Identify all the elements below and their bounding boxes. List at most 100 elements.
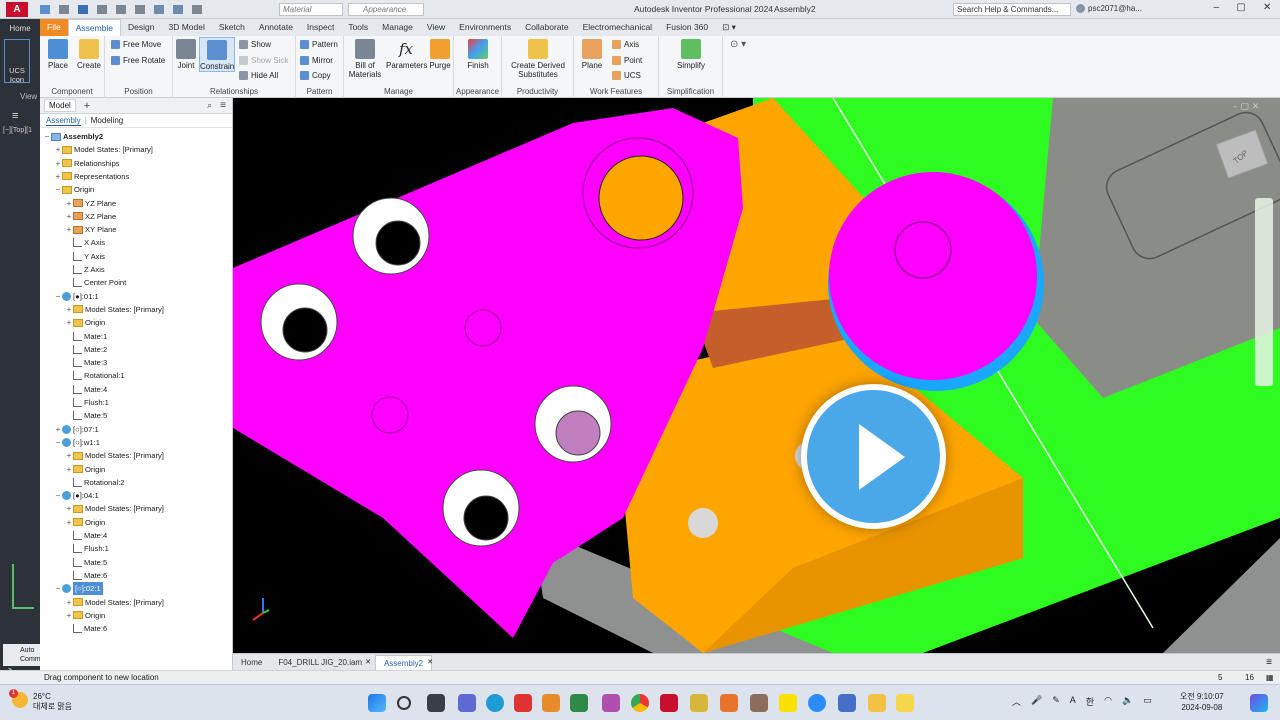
work-features-panel-label[interactable]: Work Features bbox=[574, 87, 658, 96]
app-icon[interactable] bbox=[720, 694, 738, 712]
home-tab[interactable]: Home bbox=[0, 22, 40, 36]
tree-row[interactable]: Mate:1 bbox=[40, 330, 107, 343]
tab-view[interactable]: View bbox=[420, 19, 452, 36]
app-icon[interactable] bbox=[602, 694, 620, 712]
appearance-dropdown[interactable]: Appearance bbox=[348, 3, 424, 16]
app-icon[interactable] bbox=[690, 694, 708, 712]
tree-row[interactable]: − [●]:01:1 bbox=[40, 290, 99, 303]
expand-toggle-icon[interactable]: + bbox=[65, 303, 73, 316]
task-view-icon[interactable] bbox=[427, 694, 445, 712]
sticky-notes-icon[interactable] bbox=[896, 694, 914, 712]
clock[interactable]: 오전 9:10:07 2024-09-08 bbox=[1180, 691, 1224, 713]
app-icon[interactable] bbox=[750, 694, 768, 712]
video-play-button[interactable] bbox=[801, 384, 946, 529]
expand-toggle-icon[interactable]: + bbox=[65, 316, 73, 329]
autocad-icon[interactable] bbox=[514, 694, 532, 712]
language-indicator[interactable]: A bbox=[1070, 695, 1076, 708]
app-icon[interactable] bbox=[570, 694, 588, 712]
chat-icon[interactable] bbox=[458, 694, 476, 712]
copy-button[interactable]: Copy bbox=[300, 71, 331, 80]
tree-row[interactable]: − [○]:w1:1 bbox=[40, 436, 100, 449]
tab-annotate[interactable]: Annotate bbox=[252, 19, 300, 36]
tree-row[interactable]: Rotational:2 bbox=[40, 476, 125, 489]
tree-row[interactable]: + XZ Plane bbox=[40, 210, 117, 223]
expand-toggle-icon[interactable]: + bbox=[65, 516, 73, 529]
free-move-button[interactable]: Free Move bbox=[111, 40, 161, 49]
document-tab[interactable]: F04_DRILL JIG_20.iam bbox=[270, 655, 370, 670]
document-tab[interactable]: Home bbox=[233, 655, 270, 670]
tree-row[interactable]: + Origin bbox=[40, 609, 106, 622]
zoom-icon[interactable] bbox=[808, 694, 826, 712]
assembly-subtab[interactable]: Assembly bbox=[46, 116, 81, 126]
expand-toggle-icon[interactable]: − bbox=[54, 489, 62, 502]
close-icon[interactable]: ✕ bbox=[1263, 2, 1271, 17]
tab-environments[interactable]: Environments bbox=[452, 19, 518, 36]
tree-row[interactable]: Z Axis bbox=[40, 263, 105, 276]
file-explorer-icon[interactable] bbox=[868, 694, 886, 712]
tab-collaborate[interactable]: Collaborate bbox=[518, 19, 575, 36]
tab-file[interactable]: File bbox=[40, 19, 68, 36]
user-account[interactable]: psc2071@ha... bbox=[1076, 4, 1142, 13]
parameters-button[interactable]: fx Parameters bbox=[386, 39, 427, 70]
search-taskbar-icon[interactable] bbox=[397, 696, 411, 710]
close-tab-icon[interactable]: ✕ bbox=[427, 658, 433, 666]
tree-row[interactable]: + Model States: [Primary] bbox=[40, 303, 164, 316]
finish-button[interactable]: Finish bbox=[464, 39, 492, 70]
tree-row[interactable]: X Axis bbox=[40, 236, 105, 249]
status-grid-icon[interactable]: ▦ bbox=[1266, 671, 1274, 685]
battery-icon[interactable]: ▭ bbox=[1143, 695, 1152, 708]
material-dropdown[interactable]: Material bbox=[279, 3, 343, 16]
viewport-window-controls[interactable]: – ▢ ✕ bbox=[1233, 102, 1259, 112]
expand-toggle-icon[interactable]: − bbox=[54, 582, 62, 595]
tree-row[interactable]: + Origin bbox=[40, 516, 106, 529]
tree-row[interactable]: Mate:4 bbox=[40, 383, 107, 396]
expand-toggle-icon[interactable]: + bbox=[65, 502, 73, 515]
tree-row[interactable]: + Model States: [Primary] bbox=[40, 596, 164, 609]
expand-toggle-icon[interactable]: + bbox=[65, 449, 73, 462]
quick-access-icons[interactable] bbox=[40, 5, 270, 15]
tree-row[interactable]: + YZ Plane bbox=[40, 197, 117, 210]
create-derived-substitutes-button[interactable]: Create Derived Substitutes bbox=[506, 39, 570, 79]
tree-row[interactable]: Mate:2 bbox=[40, 343, 107, 356]
window-controls[interactable]: – ▢ ✕ bbox=[1205, 2, 1280, 17]
tree-row[interactable]: + [○]:07:1 bbox=[40, 423, 99, 436]
app-icon[interactable] bbox=[542, 694, 560, 712]
tree-row[interactable]: Mate:3 bbox=[40, 356, 107, 369]
tab-overflow-icon[interactable]: ⊡ ▾ bbox=[715, 19, 743, 36]
edge-icon[interactable] bbox=[486, 694, 504, 712]
start-icon[interactable] bbox=[368, 694, 386, 712]
expand-toggle-icon[interactable]: − bbox=[54, 290, 62, 303]
minimize-icon[interactable]: – bbox=[1214, 2, 1220, 17]
expand-toggle-icon[interactable]: + bbox=[54, 143, 62, 156]
joint-button[interactable]: Joint bbox=[175, 39, 197, 70]
ucs-icon-button[interactable]: UCS Icon bbox=[4, 39, 30, 84]
expand-toggle-icon[interactable]: + bbox=[65, 197, 73, 210]
ime-indicator[interactable]: 한 bbox=[1086, 695, 1094, 708]
navigation-bar[interactable] bbox=[1255, 198, 1273, 386]
point-button[interactable]: Point bbox=[612, 56, 642, 65]
app-icon[interactable] bbox=[838, 694, 856, 712]
inventor-logo-icon[interactable]: A bbox=[6, 2, 28, 17]
hamburger-icon[interactable]: ≡ bbox=[12, 110, 18, 122]
tree-row[interactable]: Flush:1 bbox=[40, 542, 109, 555]
volume-icon[interactable]: 🔈 bbox=[1122, 695, 1133, 708]
expand-toggle-icon[interactable]: + bbox=[65, 596, 73, 609]
tree-row[interactable]: + Relationships bbox=[40, 157, 120, 170]
mirror-button[interactable]: Mirror bbox=[300, 56, 333, 65]
viewport-label[interactable]: [−][Top][1 bbox=[3, 127, 32, 134]
tab-assemble[interactable]: Assemble bbox=[67, 19, 122, 36]
assembly-3d-view[interactable]: TOP – ▢ ✕ bbox=[233, 98, 1280, 653]
expand-toggle-icon[interactable]: + bbox=[65, 609, 73, 622]
create-button[interactable]: Create bbox=[75, 39, 103, 70]
expand-toggle-icon[interactable]: + bbox=[54, 170, 62, 183]
hide-all-button[interactable]: Hide All bbox=[239, 71, 278, 80]
ucs-button[interactable]: UCS bbox=[612, 71, 641, 80]
tab-tools[interactable]: Tools bbox=[341, 19, 375, 36]
tree-row[interactable]: Y Axis bbox=[40, 250, 105, 263]
close-tab-icon[interactable]: ✕ bbox=[365, 658, 371, 666]
tab-menu-icon[interactable]: ≡ bbox=[1266, 657, 1272, 668]
search-icon[interactable]: ⌕ bbox=[207, 100, 212, 111]
component-panel-label[interactable]: Component bbox=[40, 87, 104, 96]
purge-button[interactable]: Purge bbox=[428, 39, 452, 70]
expand-toggle-icon[interactable]: + bbox=[54, 157, 62, 170]
